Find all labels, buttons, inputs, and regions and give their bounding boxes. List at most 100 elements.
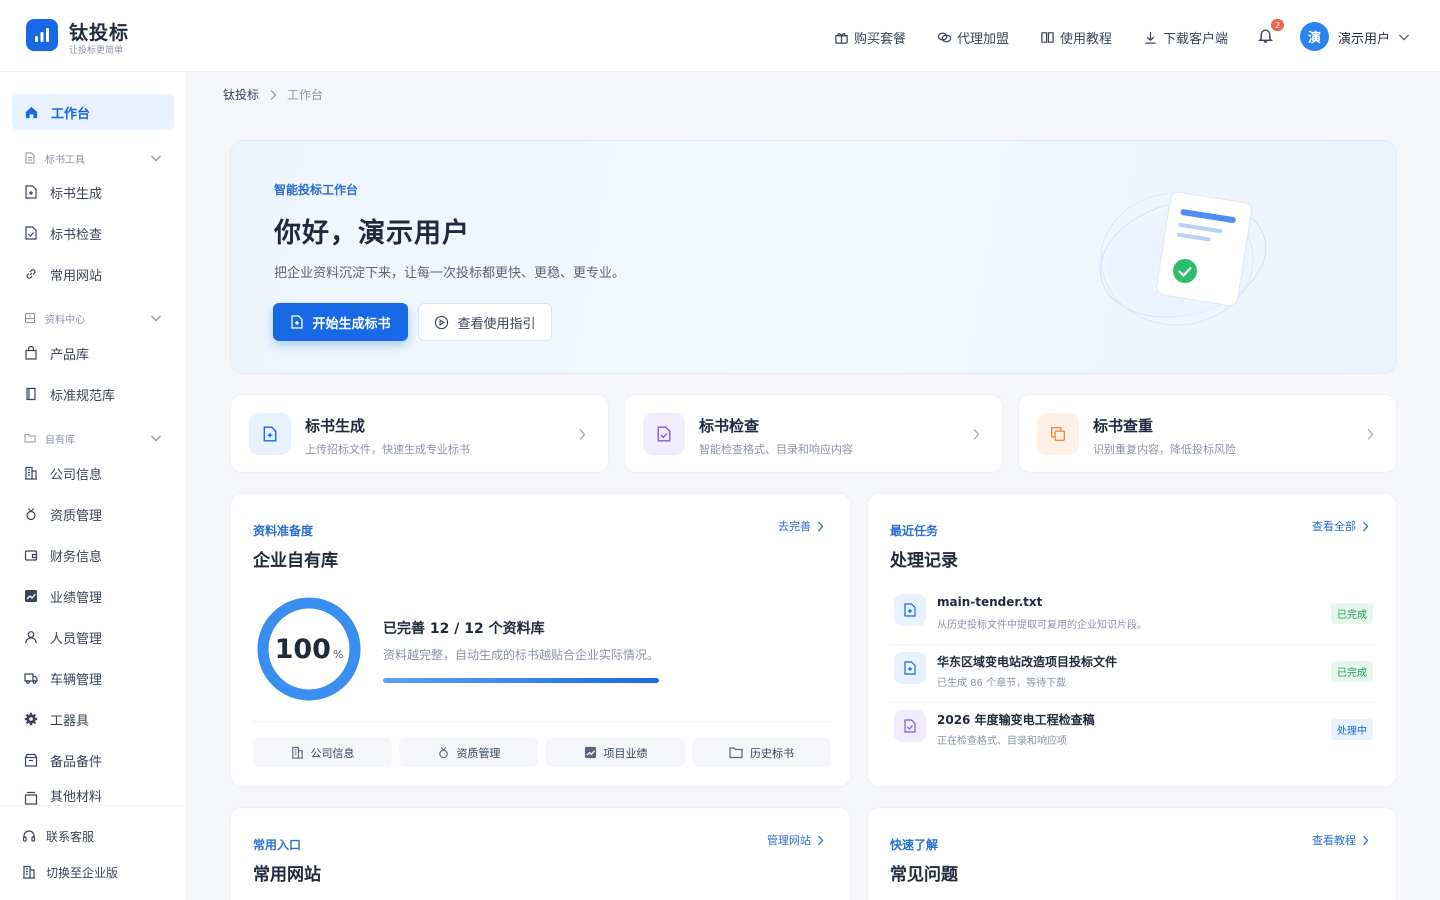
task-row[interactable]: 华东区域变电站改造项目投标文件 已生成 86 个章节，等待下载 已完成 (890, 645, 1376, 703)
progress-bar (383, 678, 659, 683)
sidebar-item-label: 常用网站 (50, 268, 103, 284)
quick-card-bid-check[interactable]: 标书检查 智能检查格式、目录和响应内容 (624, 394, 1003, 473)
sidebar-item-label: 产品库 (50, 347, 90, 363)
chart-icon (25, 590, 37, 602)
chip-company-info[interactable]: 公司信息 (253, 738, 392, 767)
brand-name[interactable]: 钛投标 (69, 18, 129, 45)
sidebar-item-other-materials[interactable]: 其他材料 (12, 783, 174, 805)
sidebar-item-spare-parts[interactable]: 备品备件 (12, 742, 174, 778)
complete-link[interactable]: 去完善 (778, 518, 824, 534)
sidebar-group-bid-tools[interactable]: 标书工具 (12, 147, 174, 169)
file-check-icon (894, 710, 926, 742)
sidebar-item-standards-library[interactable]: 标准规范库 (12, 376, 174, 412)
chip-qualification[interactable]: 资质管理 (399, 738, 538, 767)
sidebar-item-finance[interactable]: 财务信息 (12, 537, 174, 573)
completion-percent: 100% (257, 597, 361, 701)
sidebar-item-company-info[interactable]: 公司信息 (12, 455, 174, 491)
folder-icon (729, 747, 743, 759)
sidebar-item-personnel[interactable]: 人员管理 (12, 619, 174, 655)
quick-card-desc: 智能检查格式、目录和响应内容 (699, 443, 853, 456)
status-badge: 处理中 (1331, 719, 1373, 740)
headset-icon (22, 830, 36, 842)
sidebar-group-data-center[interactable]: 资料中心 (12, 307, 174, 329)
panel-title: 常见问题 (890, 865, 958, 885)
sidebar-footer-label: 切换至企业版 (46, 865, 119, 880)
bell-icon[interactable] (1257, 27, 1274, 44)
sidebar-item-workbench[interactable]: 工作台 (12, 94, 174, 130)
status-badge: 已完成 (1331, 661, 1373, 682)
user-name[interactable]: 演示用户 (1338, 28, 1390, 47)
hero-tag: 智能投标工作台 (274, 183, 359, 197)
chevron-right-icon (1363, 835, 1369, 845)
completion-ring: 100% (257, 597, 361, 701)
sidebar-item-label: 人员管理 (50, 631, 103, 647)
task-row[interactable]: 2026 年度输变电工程检查稿 正在检查格式、目录和响应项 处理中 (890, 703, 1376, 761)
panel-tag: 资料准备度 (253, 524, 314, 538)
sidebar-item-qualification[interactable]: 资质管理 (12, 496, 174, 532)
sidebar-contact-support[interactable]: 联系客服 (12, 822, 174, 850)
panel-tag: 常用入口 (253, 838, 302, 852)
book-icon (26, 387, 36, 401)
chevron-down-icon (151, 315, 161, 322)
sidebar-switch-enterprise[interactable]: 切换至企业版 (12, 858, 174, 886)
hero-banner: 智能投标工作台 你好，演示用户 把企业资料沉淀下来，让每一次投标都更快、更稳、更… (230, 140, 1397, 374)
file-plus-icon (291, 315, 304, 329)
chevron-down-icon[interactable] (1397, 30, 1411, 44)
top-header: 钛投标 让投标更简单 购买套餐 代理加盟 使用教程 下载客户端 2 演 演示用户 (0, 0, 1440, 72)
file-plus-icon (894, 594, 926, 626)
quick-card-bid-duplicate[interactable]: 标书查重 识别重复内容，降低投标风险 (1018, 394, 1397, 473)
sidebar-item-label: 公司信息 (50, 467, 103, 483)
task-row[interactable]: main-tender.txt 从历史投标文件中提取可复用的企业知识片段。 已完… (890, 587, 1376, 645)
nav-tutorial-label: 使用教程 (1060, 31, 1113, 47)
start-generate-button[interactable]: 开始生成标书 (273, 303, 408, 341)
sidebar-item-bid-generate[interactable]: 标书生成 (12, 174, 174, 210)
building-icon (25, 466, 37, 480)
faq-panel: 快速了解 常见问题 查看教程 (867, 807, 1397, 900)
sidebar-item-label: 其他材料 (50, 790, 103, 805)
sidebar-group-own-library[interactable]: 自有库 (12, 427, 174, 449)
view-guide-button[interactable]: 查看使用指引 (418, 303, 552, 341)
chip-label: 项目业绩 (603, 746, 648, 760)
chart-icon (584, 746, 596, 759)
nav-buy-plan-label: 购买套餐 (854, 31, 907, 47)
sidebar-item-bid-check[interactable]: 标书检查 (12, 215, 174, 251)
file-check-icon (643, 413, 685, 455)
percent-unit: % (332, 647, 344, 661)
chip-project-performance[interactable]: 项目业绩 (546, 738, 685, 767)
view-tutorial-link[interactable]: 查看教程 (1312, 832, 1369, 848)
chip-label: 公司信息 (310, 746, 355, 760)
avatar[interactable]: 演 (1300, 22, 1329, 51)
logo-icon[interactable] (26, 19, 58, 51)
view-all-link[interactable]: 查看全部 (1312, 518, 1369, 534)
chip-label: 历史标书 (750, 746, 794, 760)
manage-sites-link[interactable]: 管理网站 (767, 832, 824, 848)
sidebar-item-vehicles[interactable]: 车辆管理 (12, 660, 174, 696)
nav-buy-plan[interactable]: 购买套餐 (834, 27, 906, 47)
nav-tutorial[interactable]: 使用教程 (1040, 27, 1112, 47)
task-desc: 已生成 86 个章节，等待下载 (937, 678, 1067, 689)
sidebar-item-performance[interactable]: 业绩管理 (12, 578, 174, 614)
medal-icon (438, 747, 448, 759)
archive-icon (25, 313, 35, 323)
hero-title: 你好，演示用户 (274, 218, 470, 249)
task-desc: 从历史投标文件中提取可复用的企业知识片段。 (937, 620, 1147, 631)
chevron-right-icon (818, 835, 824, 845)
chevron-right-icon (1367, 429, 1374, 440)
sidebar-item-common-sites[interactable]: 常用网站 (12, 256, 174, 292)
complete-link-label: 去完善 (778, 520, 811, 533)
chip-history-bids[interactable]: 历史标书 (692, 738, 831, 767)
file-plus-icon (25, 185, 37, 199)
sidebar-item-label: 业绩管理 (50, 590, 103, 606)
nav-agent[interactable]: 代理加盟 (937, 27, 1009, 47)
breadcrumb-home[interactable]: 钛投标 (223, 86, 259, 103)
bag-icon (25, 346, 37, 360)
user-icon (25, 631, 37, 644)
percent-value: 100 (274, 633, 331, 665)
quick-card-bid-generate[interactable]: 标书生成 上传招标文件，快速生成专业标书 (230, 394, 609, 473)
sidebar-item-product-library[interactable]: 产品库 (12, 335, 174, 371)
medal-icon (26, 508, 36, 521)
sidebar-item-label: 车辆管理 (50, 672, 103, 688)
quick-card-desc: 上传招标文件，快速生成专业标书 (305, 443, 470, 456)
sidebar-item-tools[interactable]: 工器具 (12, 701, 174, 737)
nav-download[interactable]: 下载客户端 (1143, 27, 1228, 47)
